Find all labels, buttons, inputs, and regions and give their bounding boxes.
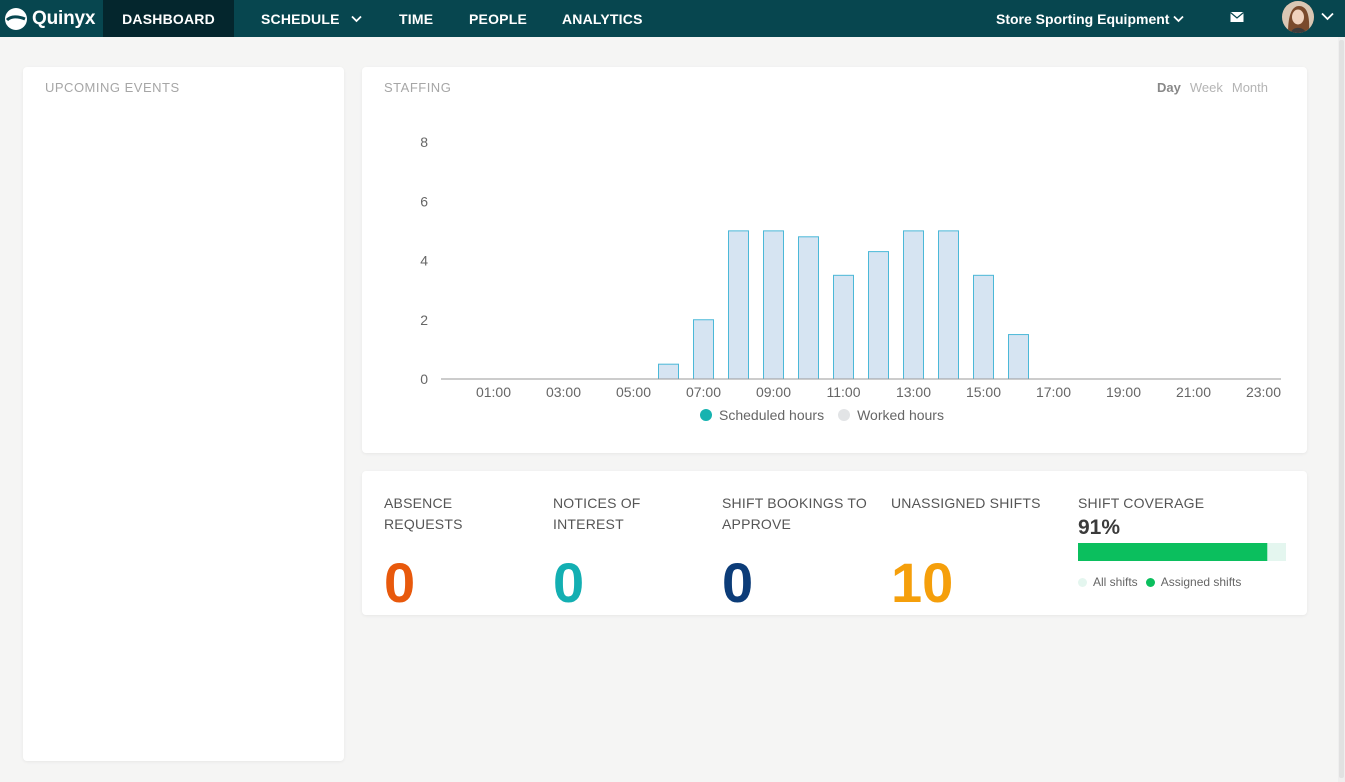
coverage-legend: All shifts Assigned shifts bbox=[1078, 575, 1286, 589]
nav-schedule[interactable]: SCHEDULE bbox=[261, 0, 362, 37]
legend-all-shifts: All shifts bbox=[1078, 575, 1138, 589]
shift-bookings-count: 0 bbox=[722, 551, 754, 614]
nav-analytics-label: ANALYTICS bbox=[562, 10, 643, 27]
quinyx-logo-icon bbox=[5, 7, 27, 30]
bar-11:00 bbox=[833, 274, 854, 380]
bar-13:00 bbox=[903, 230, 924, 380]
coverage-bar-fill bbox=[1078, 543, 1268, 561]
nav-people[interactable]: PEOPLE bbox=[469, 0, 527, 37]
bar-14:00 bbox=[938, 230, 959, 380]
shift-coverage-percent: 91% bbox=[1078, 516, 1121, 539]
user-avatar[interactable] bbox=[1282, 1, 1314, 33]
nav-people-label: PEOPLE bbox=[469, 10, 527, 27]
quinyx-logo[interactable]: Quinyx bbox=[4, 0, 95, 37]
notices-of-interest-label: NOTICES OF INTEREST bbox=[553, 495, 641, 532]
x-tick-label: 17:00 bbox=[1036, 384, 1071, 400]
upcoming-events-title: UPCOMING EVENTS bbox=[45, 80, 180, 95]
scrollbar-thumb[interactable] bbox=[1339, 40, 1344, 778]
staffing-bar-chart: 0 2 4 6 8 01:00 03:00 05:00 07:00 09:00 11:00 13:00… bbox=[420, 134, 1281, 400]
y-tick-label: 8 bbox=[420, 134, 428, 150]
nav-schedule-label: SCHEDULE bbox=[261, 10, 340, 27]
legend-label-assigned-shifts: Assigned shifts bbox=[1160, 575, 1242, 589]
unassigned-shifts-count: 10 bbox=[891, 551, 954, 614]
bar-09:00 bbox=[763, 230, 784, 380]
nav-time-label: TIME bbox=[399, 10, 434, 27]
bar-07:00 bbox=[693, 319, 714, 380]
legend-dot-worked bbox=[838, 409, 851, 421]
staffing-card: STAFFING Day Week Month 0 2 4 6 8 01:00 03:00 0… bbox=[362, 67, 1307, 453]
bar-15:00 bbox=[973, 274, 994, 380]
upcoming-events-card: UPCOMING EVENTS bbox=[23, 67, 344, 761]
x-tick-label: 11:00 bbox=[827, 384, 861, 400]
nav-time[interactable]: TIME bbox=[399, 0, 433, 37]
chevron-down-icon[interactable] bbox=[1321, 12, 1334, 21]
unassigned-shifts-widget[interactable]: UNASSIGNED SHIFTS 10 bbox=[891, 493, 1061, 613]
bar-12:00 bbox=[868, 251, 889, 380]
top-navigation-bar: Quinyx DASHBOARD SCHEDULE TIME PEOPLE AN… bbox=[0, 0, 1345, 37]
notices-of-interest-widget[interactable]: NOTICES OF INTEREST 0 bbox=[553, 493, 683, 613]
nav-dashboard[interactable]: DASHBOARD bbox=[103, 0, 234, 37]
legend-dot-assigned-shifts bbox=[1145, 577, 1155, 587]
chevron-down-icon bbox=[1173, 15, 1185, 22]
avatar-image bbox=[1282, 1, 1314, 33]
legend-assigned-shifts: Assigned shifts bbox=[1145, 575, 1242, 589]
nav-analytics[interactable]: ANALYTICS bbox=[562, 0, 643, 37]
x-tick-label: 13:00 bbox=[896, 384, 931, 400]
chevron-down-icon bbox=[350, 15, 362, 22]
legend-dot-all-shifts bbox=[1078, 577, 1087, 587]
bar-10:00 bbox=[798, 236, 819, 380]
bar-08:00 bbox=[728, 230, 749, 380]
x-tick-label: 09:00 bbox=[756, 384, 791, 400]
shift-coverage-label: SHIFT COVERAGE bbox=[1078, 495, 1205, 511]
legend-label-all-shifts: All shifts bbox=[1093, 575, 1138, 589]
y-tick-label: 2 bbox=[420, 312, 428, 328]
logo-text: Quinyx bbox=[32, 7, 96, 29]
shift-bookings-label: SHIFT BOOKINGS TO APPROVE bbox=[722, 495, 867, 532]
bar-16:00 bbox=[1008, 334, 1029, 380]
x-tick-label: 21:00 bbox=[1176, 384, 1211, 400]
shift-bookings-widget[interactable]: SHIFT BOOKINGS TO APPROVE 0 bbox=[722, 493, 882, 613]
bar-06:00 bbox=[658, 363, 679, 380]
y-tick-label: 4 bbox=[420, 253, 428, 269]
x-tick-label: 01:00 bbox=[476, 384, 511, 400]
notices-of-interest-count: 0 bbox=[553, 551, 585, 614]
x-tick-label: 05:00 bbox=[616, 384, 651, 400]
absence-requests-count: 0 bbox=[384, 551, 416, 614]
x-tick-label: 23:00 bbox=[1246, 384, 1281, 400]
nav-dashboard-label: DASHBOARD bbox=[122, 10, 215, 27]
mail-icon[interactable] bbox=[1230, 11, 1244, 23]
x-tick-label: 07:00 bbox=[686, 384, 721, 400]
chart-legend: Scheduled hours Worked hours bbox=[700, 407, 958, 423]
store-selector[interactable]: Store Sporting Equipment bbox=[996, 0, 1185, 37]
store-name: Store Sporting Equipment bbox=[996, 10, 1170, 27]
y-tick-label: 6 bbox=[420, 193, 428, 209]
legend-label-worked: Worked hours bbox=[857, 407, 944, 423]
shift-coverage-bar bbox=[1078, 543, 1286, 561]
x-tick-label: 03:00 bbox=[546, 384, 581, 400]
shift-coverage-widget[interactable]: SHIFT COVERAGE 91% All shifts Assigned s… bbox=[1078, 493, 1286, 589]
absence-requests-widget[interactable]: ABSENCE REQUESTS 0 bbox=[384, 493, 534, 613]
legend-dot-scheduled bbox=[700, 409, 712, 421]
x-tick-label: 15:00 bbox=[966, 384, 1001, 400]
legend-scheduled-hours[interactable]: Scheduled hours bbox=[700, 407, 824, 423]
y-tick-label: 0 bbox=[420, 371, 428, 387]
legend-label-scheduled: Scheduled hours bbox=[719, 407, 825, 423]
legend-worked-hours[interactable]: Worked hours bbox=[838, 407, 944, 423]
absence-requests-label: ABSENCE REQUESTS bbox=[384, 495, 463, 532]
x-tick-label: 19:00 bbox=[1106, 384, 1141, 400]
unassigned-shifts-label: UNASSIGNED SHIFTS bbox=[891, 495, 1041, 511]
stats-card: ABSENCE REQUESTS 0 NOTICES OF INTEREST 0… bbox=[362, 471, 1307, 615]
